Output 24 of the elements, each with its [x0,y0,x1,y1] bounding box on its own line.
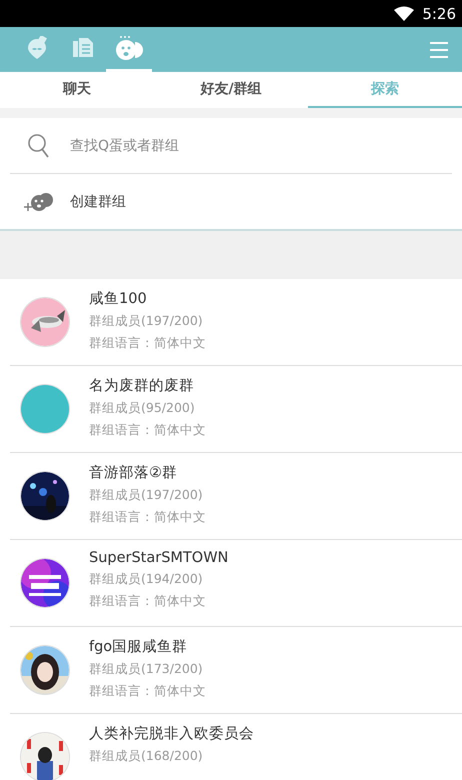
member-count: 群组成员(173/200) [89,661,204,678]
group-language: 群组语言：简体中文 [89,422,206,439]
member-count: 群组成员(194/200) [89,571,204,588]
group-language: 群组语言：简体中文 [89,509,206,526]
group-name: 咸鱼100 [89,290,148,308]
group-language: 群组语言：简体中文 [89,335,206,352]
group-name: 音游部落②群 [89,464,178,482]
group-language: 群组语言：简体中文 [89,683,206,700]
group-name: 人类补完脱非入欧委员会 [89,724,254,743]
tab[interactable]: 聊天 [0,72,154,108]
status-time: 5:26 [422,4,456,22]
add-group-icon [24,190,56,212]
member-count: 群组成员(197/200) [89,487,204,504]
group-language: 群组语言：简体中文 [89,593,207,610]
tab[interactable]: 好友/群组 [154,72,308,108]
wifi-icon [394,6,414,21]
search-icon [28,134,50,158]
group-name: fgo国服咸鱼群 [89,638,188,656]
group-name: 名为废群的废群 [89,377,195,395]
group-name: SuperStarSMTOWN [89,550,228,566]
member-count: 群组成员(95/200) [89,400,196,417]
member-count: 群组成员(197/200) [89,313,204,330]
member-count: 群组成员(168/200) [89,748,204,765]
create-group-button[interactable]: 创建群组 [0,174,462,229]
